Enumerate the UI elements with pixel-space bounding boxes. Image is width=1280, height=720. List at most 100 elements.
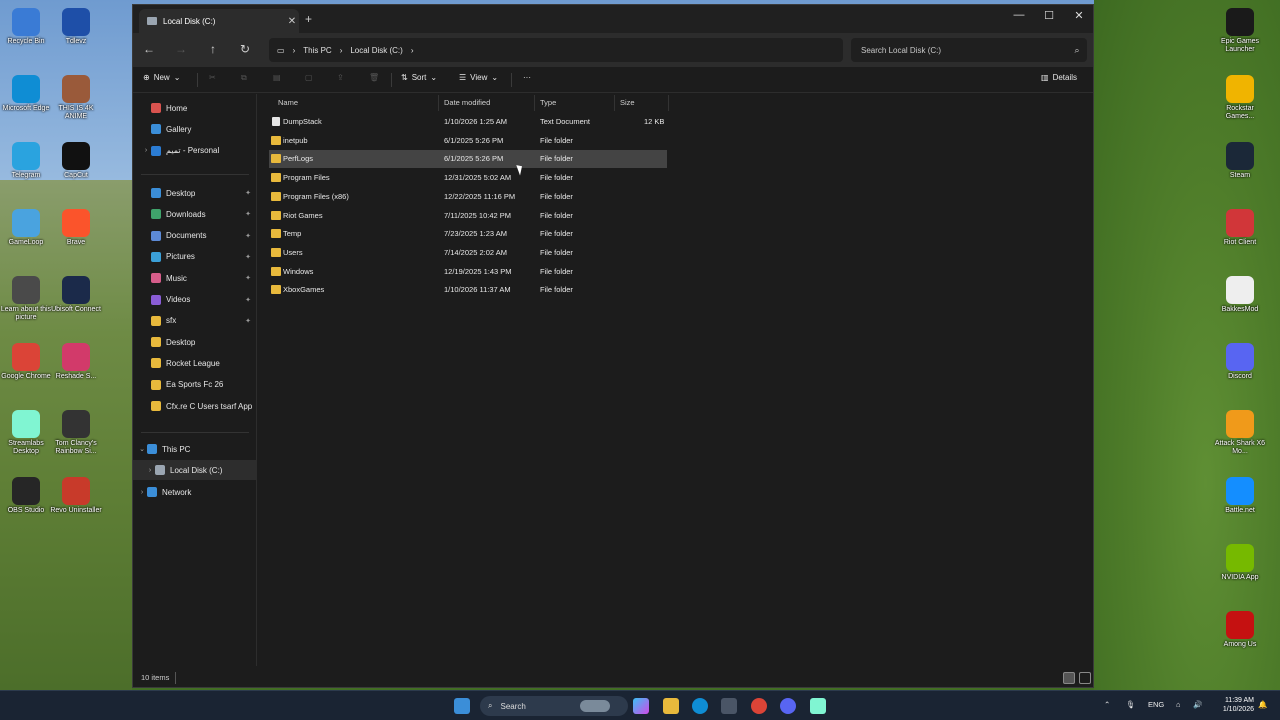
network-icon[interactable]: ⌂	[1176, 700, 1181, 709]
copilot-icon[interactable]	[633, 698, 649, 714]
sidebar-item[interactable]: Gallery	[133, 119, 256, 139]
close-window-icon[interactable]: ✕	[1064, 9, 1094, 22]
desktop-shortcut[interactable]: Reshade S...	[50, 343, 102, 381]
streamlabs-icon[interactable]	[810, 698, 826, 714]
column-divider[interactable]	[668, 95, 669, 111]
desktop-shortcut[interactable]: Tdlevz	[50, 8, 102, 46]
chevron-up-icon[interactable]: ⌃	[1104, 700, 1110, 709]
new-button[interactable]: ⊕ New ⌄	[143, 73, 180, 82]
chrome-icon[interactable]	[751, 698, 767, 714]
clock[interactable]: 11:39 AM 1/10/2026	[1204, 696, 1254, 714]
sidebar-item[interactable]: Ea Sports Fc 26	[133, 375, 256, 395]
microphone-icon[interactable]: 🎙	[1126, 700, 1136, 709]
breadcrumb-local-disk[interactable]: Local Disk (C:)	[350, 46, 402, 55]
column-type[interactable]: Type	[540, 98, 556, 107]
volume-icon[interactable]: 🔊	[1193, 700, 1202, 709]
desktop-shortcut[interactable]: THIS IS 4K ANIME	[50, 75, 102, 121]
store-icon[interactable]	[721, 698, 737, 714]
desktop-shortcut[interactable]: BakkesMod	[1214, 276, 1266, 314]
start-icon[interactable]	[454, 698, 470, 714]
column-date-modified[interactable]: Date modified	[444, 98, 490, 107]
discord-icon[interactable]	[780, 698, 796, 714]
desktop-shortcut[interactable]: GameLoop	[0, 209, 52, 247]
sidebar-item[interactable]: Music ✦	[133, 268, 256, 288]
file-row[interactable]: Riot Games 7/11/2025 10:42 PM File folder	[269, 207, 667, 225]
desktop-shortcut[interactable]: Recycle Bin	[0, 8, 52, 46]
desktop-shortcut[interactable]: Discord	[1214, 343, 1266, 381]
share-icon[interactable]: ⇪	[337, 73, 344, 82]
breadcrumb[interactable]: ▭ › This PC › Local Disk (C:) ›	[269, 38, 843, 62]
rename-icon[interactable]: ▢	[305, 73, 313, 82]
tab-local-disk[interactable]: Local Disk (C:) ✕	[139, 9, 299, 33]
maximize-icon[interactable]: ☐	[1034, 9, 1064, 22]
desktop-shortcut[interactable]: Battle.net	[1214, 477, 1266, 515]
up-icon[interactable]: ↑	[203, 42, 223, 56]
desktop-shortcut[interactable]: Epic Games Launcher	[1214, 8, 1266, 54]
chevron-right-icon[interactable]: ›	[137, 489, 147, 496]
column-divider[interactable]	[614, 95, 615, 111]
taskbar-search[interactable]: ⌕ Search	[480, 696, 628, 716]
column-size[interactable]: Size	[620, 98, 635, 107]
file-row[interactable]: Windows 12/19/2025 1:43 PM File folder	[269, 263, 667, 281]
details-button[interactable]: ▥ Details	[1041, 73, 1077, 82]
file-explorer-icon[interactable]	[663, 698, 679, 714]
sidebar-item[interactable]: Home	[133, 98, 256, 118]
desktop-shortcut[interactable]: Learn about this picture	[0, 276, 52, 322]
sort-button[interactable]: ⇅ Sort ⌄	[401, 73, 437, 82]
desktop-shortcut[interactable]: OBS Studio	[0, 477, 52, 515]
search-box[interactable]: ⌕	[851, 38, 1087, 62]
breadcrumb-this-pc[interactable]: This PC	[303, 46, 331, 55]
desktop-shortcut[interactable]: Riot Client	[1214, 209, 1266, 247]
sidebar-item[interactable]: Desktop	[133, 332, 256, 352]
column-divider[interactable]	[534, 95, 535, 111]
desktop-shortcut[interactable]: Streamlabs Desktop	[0, 410, 52, 456]
desktop-shortcut[interactable]: Among Us	[1214, 611, 1266, 649]
language-indicator[interactable]: ENG	[1148, 700, 1164, 709]
sidebar-item[interactable]: ⌄ This PC	[133, 439, 256, 459]
forward-icon[interactable]: →	[171, 42, 191, 56]
chevron-down-icon[interactable]: ⌄	[137, 445, 147, 453]
cut-icon[interactable]: ✂	[209, 73, 216, 82]
desktop-shortcut[interactable]: Google Chrome	[0, 343, 52, 381]
back-icon[interactable]: ←	[139, 42, 159, 56]
file-row[interactable]: Temp 7/23/2025 1:23 AM File folder	[269, 225, 667, 243]
desktop-shortcut[interactable]: Brave	[50, 209, 102, 247]
desktop-shortcut[interactable]: Telegram	[0, 142, 52, 180]
desktop-shortcut[interactable]: Tom Clancy's Rainbow Si...	[50, 410, 102, 456]
sidebar-item[interactable]: Documents ✦	[133, 226, 256, 246]
notification-icon[interactable]: 🔔	[1258, 700, 1267, 709]
desktop-shortcut[interactable]: Rockstar Games...	[1214, 75, 1266, 121]
minimize-icon[interactable]: —	[1004, 9, 1034, 21]
sidebar-item[interactable]: Desktop ✦	[133, 183, 256, 203]
file-row[interactable]: Program Files 12/31/2025 5:02 AM File fold…	[269, 169, 667, 187]
sidebar-item[interactable]: Downloads ✦	[133, 204, 256, 224]
details-view-icon[interactable]	[1063, 672, 1075, 684]
new-tab-icon[interactable]: +	[305, 12, 312, 26]
paste-icon[interactable]: ▤	[273, 73, 281, 82]
file-row[interactable]: XboxGames 1/10/2026 11:37 AM File folder	[269, 281, 667, 299]
desktop-shortcut[interactable]: Microsoft Edge	[0, 75, 52, 113]
delete-icon[interactable]: 🗑	[369, 73, 379, 82]
chevron-right-icon[interactable]: ›	[141, 147, 151, 154]
sidebar-item[interactable]: Cfx.re C Users tsarf App	[133, 396, 256, 416]
sidebar-item[interactable]: Rocket League	[133, 353, 256, 373]
sidebar-item[interactable]: › Local Disk (C:)	[133, 460, 256, 480]
desktop-shortcut[interactable]: CapCut	[50, 142, 102, 180]
sidebar-item[interactable]: sfx ✦	[133, 311, 256, 331]
file-row[interactable]: DumpStack 1/10/2026 1:25 AM Text Document 1…	[269, 113, 667, 131]
sidebar-item[interactable]: › Network	[133, 482, 256, 502]
desktop-shortcut[interactable]: NVIDIA App	[1214, 544, 1266, 582]
search-input[interactable]	[861, 45, 1067, 55]
refresh-icon[interactable]: ↻	[235, 42, 255, 56]
desktop-shortcut[interactable]: Attack Shark X6 Mo...	[1214, 410, 1266, 456]
column-name[interactable]: Name	[278, 98, 298, 107]
chevron-right-icon[interactable]: ›	[145, 467, 155, 474]
file-row[interactable]: Users 7/14/2025 2:02 AM File folder	[269, 244, 667, 262]
column-divider[interactable]	[438, 95, 439, 111]
sidebar-item[interactable]: Pictures ✦	[133, 247, 256, 267]
copy-icon[interactable]: ⧉	[241, 73, 247, 83]
desktop-shortcut[interactable]: Revo Uninstaller	[50, 477, 102, 515]
file-row[interactable]: PerfLogs 6/1/2025 5:26 PM File folder	[269, 150, 667, 169]
close-tab-icon[interactable]: ✕	[285, 16, 299, 27]
edge-icon[interactable]	[692, 698, 708, 714]
